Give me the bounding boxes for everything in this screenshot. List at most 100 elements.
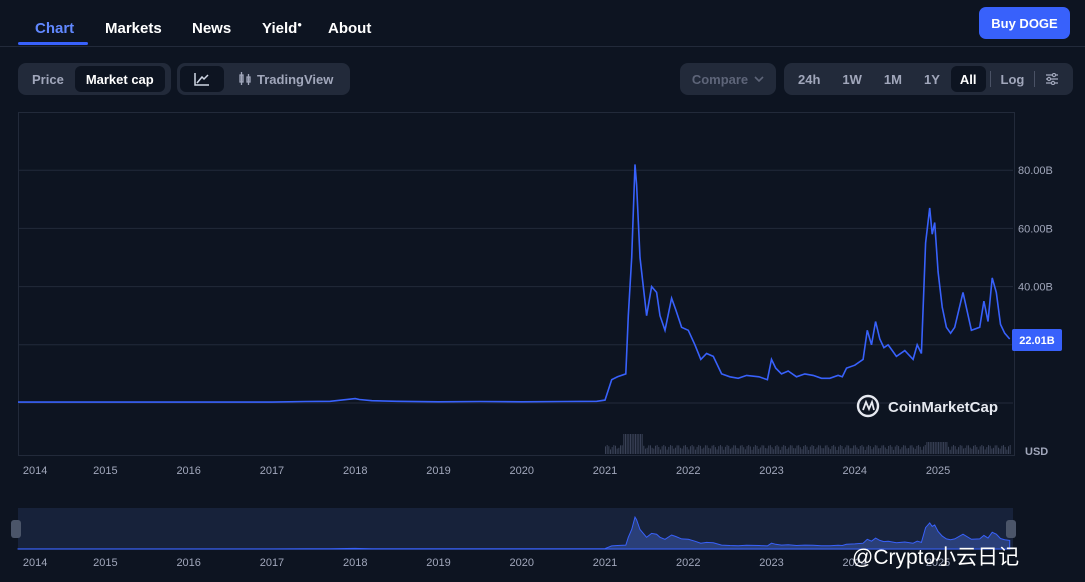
volume-bar bbox=[759, 447, 761, 454]
volume-bar bbox=[988, 445, 990, 454]
volume-bar bbox=[1004, 446, 1006, 454]
volume-bar bbox=[884, 447, 886, 454]
volume-bar bbox=[978, 449, 980, 454]
volume-bar bbox=[778, 446, 780, 454]
volume-bar bbox=[674, 447, 676, 454]
volume-bar bbox=[971, 448, 973, 454]
volume-bar bbox=[991, 448, 993, 454]
volume-bar bbox=[644, 448, 646, 454]
volume-bar bbox=[668, 446, 670, 454]
market-cap-chart[interactable]: 80.00B 60.00B 40.00B 2014 2015 2016 2017 2018 2… bbox=[0, 0, 1085, 582]
volume-bar bbox=[741, 445, 743, 454]
volume-bar bbox=[861, 445, 863, 454]
volume-bar bbox=[618, 447, 620, 454]
volume-bar bbox=[829, 449, 831, 454]
volume-bar bbox=[961, 445, 963, 454]
volume-bar bbox=[696, 446, 698, 454]
volume-bar bbox=[771, 447, 773, 454]
volume-bar bbox=[776, 445, 778, 454]
navigator-left-handle[interactable] bbox=[11, 520, 21, 538]
volume-bar bbox=[843, 449, 845, 454]
volume-bar bbox=[659, 449, 661, 454]
volume-bar bbox=[966, 445, 968, 454]
volume-bar bbox=[878, 448, 880, 454]
volume-bar bbox=[813, 445, 815, 454]
volume-bar bbox=[804, 445, 806, 454]
volume-bar bbox=[923, 446, 925, 454]
volume-bar bbox=[724, 446, 726, 454]
volume-bar bbox=[679, 447, 681, 454]
volume-bar bbox=[621, 445, 623, 454]
volume-bar bbox=[751, 449, 753, 454]
volume-bar bbox=[958, 447, 960, 454]
volume-bar bbox=[769, 445, 771, 454]
volume-bar bbox=[703, 447, 705, 454]
navigator-x-tick-label: 2018 bbox=[343, 557, 367, 569]
volume-bar bbox=[951, 446, 953, 454]
volume-bar bbox=[779, 449, 781, 454]
volume-bar bbox=[768, 445, 770, 454]
volume-bar bbox=[891, 446, 893, 454]
volume-bar bbox=[608, 446, 610, 454]
volume-bar bbox=[764, 448, 766, 454]
coinmarketcap-logo: CoinMarketCap bbox=[856, 394, 998, 418]
volume-bar bbox=[948, 446, 950, 454]
volume-bar bbox=[628, 434, 630, 454]
volume-bar bbox=[711, 445, 713, 454]
volume-bar bbox=[849, 448, 851, 454]
volume-bar bbox=[911, 445, 913, 454]
volume-bar bbox=[811, 445, 813, 454]
volume-bar bbox=[683, 445, 685, 454]
volume-bar bbox=[808, 449, 810, 454]
volume-bar bbox=[694, 449, 696, 454]
volume-bar bbox=[963, 448, 965, 454]
x-tick-label: 2016 bbox=[176, 465, 200, 477]
volume-bar bbox=[626, 434, 628, 454]
volume-bar bbox=[959, 445, 961, 454]
volume-bar bbox=[648, 445, 650, 454]
volume-bar bbox=[889, 445, 891, 454]
volume-bar bbox=[984, 449, 986, 454]
volume-bar bbox=[851, 448, 853, 454]
volume-bar bbox=[983, 446, 985, 454]
volume-bar bbox=[1001, 445, 1003, 454]
volume-bar bbox=[748, 445, 750, 454]
volume-bar bbox=[888, 445, 890, 454]
volume-bar bbox=[838, 446, 840, 454]
volume-bar bbox=[1003, 445, 1005, 454]
volume-bar bbox=[836, 449, 838, 454]
volume-bar bbox=[651, 447, 653, 454]
volume-bar bbox=[784, 445, 786, 454]
navigator-x-tick-label: 2019 bbox=[426, 557, 450, 569]
volume-bar bbox=[969, 447, 971, 454]
volume-bar bbox=[663, 445, 665, 454]
navigator-right-handle[interactable] bbox=[1006, 520, 1016, 538]
volume-bar bbox=[646, 447, 648, 454]
volume-bar bbox=[661, 446, 663, 454]
volume-bar bbox=[913, 447, 915, 454]
volume-bar bbox=[673, 448, 675, 454]
volume-bar bbox=[989, 445, 991, 454]
volume-bar bbox=[819, 445, 821, 454]
volume-bar bbox=[738, 448, 740, 454]
volume-bar bbox=[671, 445, 673, 454]
x-tick-label: 2020 bbox=[510, 465, 534, 477]
volume-bar bbox=[926, 442, 928, 454]
volume-bar bbox=[823, 448, 825, 454]
volume-bar bbox=[928, 442, 930, 454]
volume-bar bbox=[799, 447, 801, 454]
volume-bar bbox=[858, 449, 860, 454]
volume-bar bbox=[901, 447, 903, 454]
volume-bar bbox=[873, 447, 875, 454]
volume-bar bbox=[919, 446, 921, 454]
volume-bar bbox=[638, 434, 640, 454]
x-tick-label: 2021 bbox=[593, 465, 617, 477]
volume-bar bbox=[914, 448, 916, 454]
navigator-x-tick-label: 2017 bbox=[260, 557, 284, 569]
volume-bar bbox=[871, 449, 873, 454]
volume-bar bbox=[906, 448, 908, 454]
volume-bar bbox=[929, 442, 931, 454]
volume-bar bbox=[898, 446, 900, 454]
volume-bar bbox=[954, 446, 956, 454]
volume-bar bbox=[716, 449, 718, 454]
